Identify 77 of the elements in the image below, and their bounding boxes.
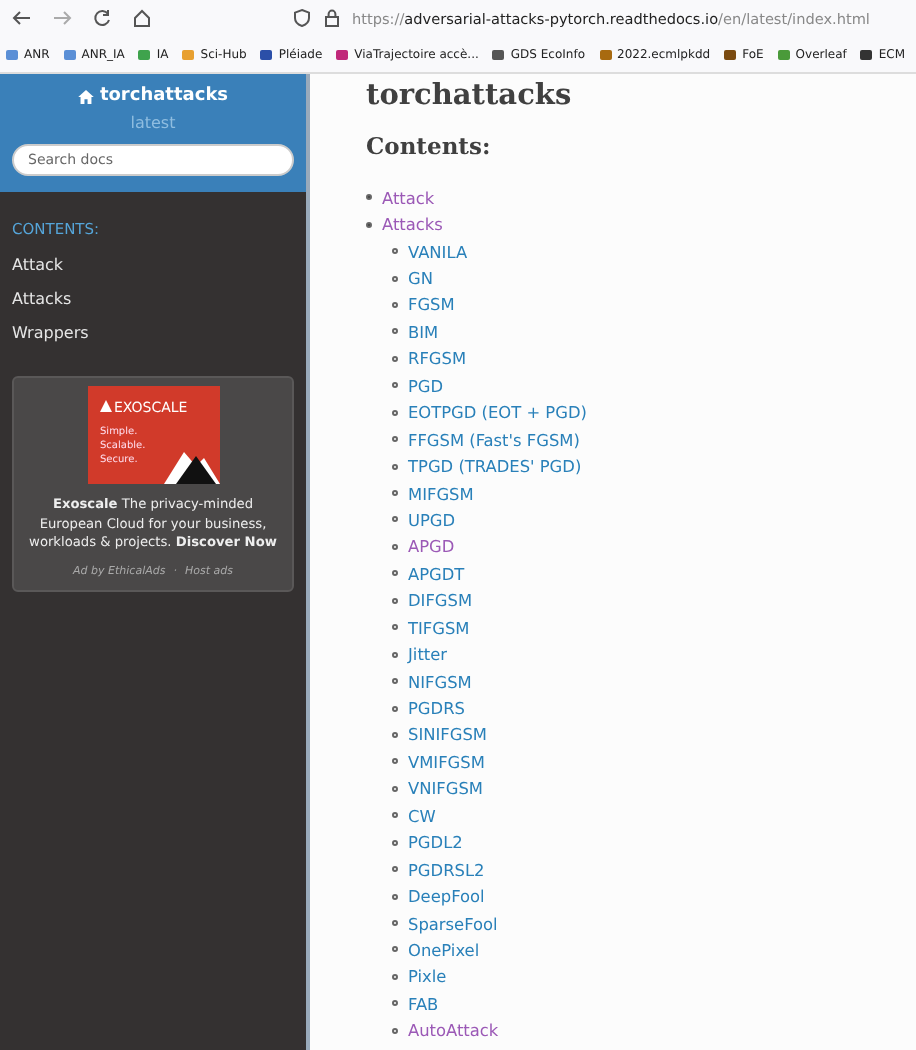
bullet (392, 301, 398, 308)
bullet (392, 866, 398, 873)
sidebar-item[interactable]: Attack (0, 250, 306, 284)
bullet (392, 785, 398, 792)
version-label: latest (130, 114, 176, 132)
toc-link[interactable]: SINIFGSM (408, 724, 487, 745)
bullet (392, 248, 398, 255)
bullet (392, 275, 398, 282)
bullet (392, 570, 398, 577)
toc-link[interactable]: GN (408, 268, 433, 289)
section-heading: Contents: (366, 132, 493, 160)
toc-link[interactable]: FAB (408, 993, 439, 1014)
toc-link[interactable]: OnePixel (408, 939, 480, 960)
bullet (392, 973, 398, 980)
bullet (392, 1000, 398, 1007)
bullet (392, 678, 398, 685)
toc-link[interactable]: CW (408, 805, 436, 826)
bullet (392, 543, 398, 550)
toc-link[interactable]: FFGSM (Fast's FGSM) (408, 429, 580, 450)
project-link[interactable]: torchattacks (77, 86, 229, 106)
bullet (392, 490, 398, 497)
toc-link[interactable]: DIFGSM (408, 590, 473, 611)
toc-link[interactable]: Attack (382, 187, 435, 208)
toc-link[interactable]: TIFGSM (408, 617, 470, 638)
toc-link[interactable]: PGD (408, 375, 444, 396)
toc-link[interactable]: VMIFGSM (408, 751, 485, 772)
home-icon[interactable] (132, 8, 152, 28)
toc-link[interactable]: Jitter (408, 644, 448, 665)
bullet (392, 355, 398, 362)
toc-link[interactable]: PGDRSL2 (408, 859, 485, 880)
toc-link[interactable]: Pixle (408, 966, 447, 987)
sidebar-item[interactable]: Wrappers (0, 318, 306, 352)
bullet (366, 194, 372, 201)
toc-link[interactable]: UPGD (408, 509, 456, 530)
bullet (392, 1027, 398, 1034)
home-icon (77, 89, 94, 103)
bullet (392, 893, 398, 900)
bullet (392, 597, 398, 604)
toc-link[interactable]: FGSM (408, 294, 455, 315)
toc-link[interactable]: APGDT (408, 563, 465, 584)
bullet (392, 409, 398, 416)
shield-icon (292, 8, 312, 28)
toc-link[interactable]: EOTPGD (EOT + PGD) (408, 402, 587, 423)
back-icon[interactable] (12, 8, 32, 28)
toc-link[interactable]: SparseFool (408, 913, 498, 934)
bullet (366, 221, 372, 228)
bullet (392, 463, 398, 470)
toc-link[interactable]: TPGD (TRADES' PGD) (408, 456, 582, 477)
bullet (392, 651, 398, 658)
toc-link[interactable]: DeepFool (408, 886, 485, 907)
bullet (392, 839, 398, 846)
bullet (392, 946, 398, 953)
bullet (392, 328, 398, 335)
bullet (392, 624, 398, 631)
bullet (392, 812, 398, 819)
toc-link[interactable]: RFGSM (408, 348, 467, 369)
toc-link[interactable]: AutoAttack (408, 1020, 499, 1041)
lock-icon (322, 8, 342, 28)
toc-link[interactable]: BIM (408, 321, 439, 342)
bullet (392, 382, 398, 389)
toc-link[interactable]: PGDRS (408, 698, 465, 719)
toc-link[interactable]: Attacks (382, 214, 443, 235)
toc-link[interactable]: PGDL2 (408, 832, 463, 853)
toc-link[interactable]: MIFGSM (408, 483, 474, 504)
bullet (392, 436, 398, 443)
page-title: torchattacks (366, 78, 574, 112)
bullet (392, 758, 398, 765)
sidebar-item[interactable]: Attacks (0, 284, 306, 318)
toc-link[interactable]: APGD (408, 536, 455, 557)
toc-link[interactable]: VANILA (408, 241, 468, 262)
bullet (392, 516, 398, 523)
toc-link[interactable]: NIFGSM (408, 671, 472, 692)
bullet (392, 705, 398, 712)
bullet (392, 731, 398, 738)
reload-icon[interactable] (92, 8, 112, 28)
toc-link[interactable]: VNIFGSM (408, 778, 483, 799)
bullet (392, 920, 398, 927)
